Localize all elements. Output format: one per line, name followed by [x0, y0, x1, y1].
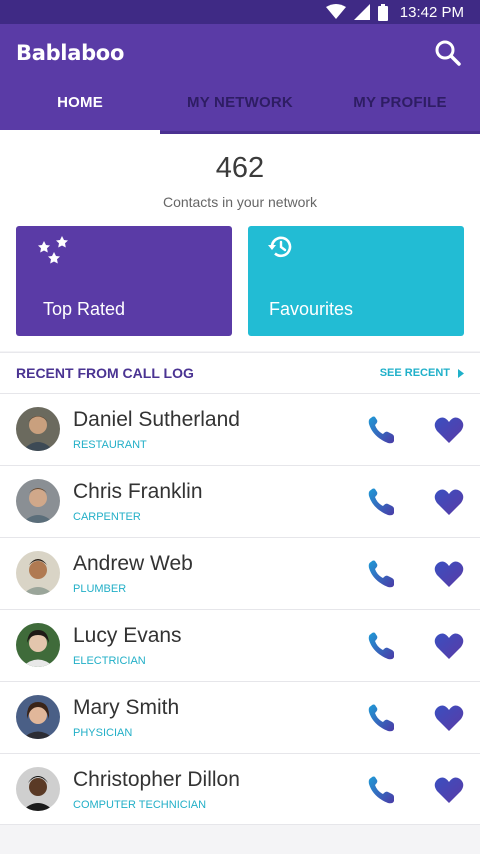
chevron-right-icon [458, 368, 464, 378]
app-title: Bablaboo [16, 41, 125, 65]
phone-icon [368, 632, 394, 660]
wifi-icon [325, 4, 346, 20]
call-button[interactable] [366, 486, 398, 518]
avatar [16, 551, 60, 595]
favourite-button[interactable] [432, 630, 466, 662]
phone-icon [368, 704, 394, 732]
avatar [16, 407, 60, 451]
list-item[interactable]: Daniel Sutherland RESTAURANT [0, 393, 480, 465]
contact-name: Mary Smith [73, 696, 180, 719]
heart-icon [434, 417, 464, 443]
favourite-button[interactable] [432, 774, 466, 806]
recent-call-log-header: RECENT FROM CALL LOG SEE RECENT [0, 352, 480, 393]
favourite-button[interactable] [432, 702, 466, 734]
list-item[interactable]: Mary Smith PHYSICIAN [0, 681, 480, 753]
avatar [16, 479, 60, 523]
contact-role: CARPENTER [73, 511, 141, 523]
favourites-label: Favourites [269, 299, 354, 319]
status-time: 13:42 PM [399, 3, 464, 21]
favourite-button[interactable] [432, 558, 466, 590]
phone-icon [368, 488, 394, 516]
phone-icon [368, 776, 394, 804]
history-icon [266, 232, 296, 266]
section-title: RECENT FROM CALL LOG [16, 365, 194, 381]
search-button[interactable] [434, 39, 462, 67]
see-recent-label: SEE RECENT [379, 367, 450, 379]
heart-icon [434, 561, 464, 587]
contact-name: Andrew Web [73, 552, 193, 575]
contact-name: Lucy Evans [73, 624, 182, 647]
tab-home[interactable]: HOME [0, 72, 160, 134]
list-item[interactable]: Andrew Web PLUMBER [0, 537, 480, 609]
contact-role: ELECTRICIAN [73, 655, 146, 667]
search-icon [435, 40, 461, 66]
contact-role: PHYSICIAN [73, 727, 133, 739]
stars-icon [36, 234, 76, 278]
heart-icon [434, 705, 464, 731]
contact-name: Chris Franklin [73, 480, 203, 503]
avatar [16, 623, 60, 667]
heart-icon [434, 489, 464, 515]
call-button[interactable] [366, 558, 398, 590]
call-button[interactable] [366, 630, 398, 662]
contact-role: COMPUTER TECHNICIAN [73, 799, 207, 811]
call-button[interactable] [366, 702, 398, 734]
see-recent-link[interactable]: SEE RECENT [380, 367, 464, 379]
tab-my-profile[interactable]: MY PROFILE [320, 72, 480, 134]
call-button[interactable] [366, 774, 398, 806]
call-button[interactable] [366, 414, 398, 446]
network-summary: 462 Contacts in your network Top Rated F… [0, 134, 480, 351]
tab-bar: HOME MY NETWORK MY PROFILE [0, 72, 480, 134]
top-rated-card[interactable]: Top Rated [16, 226, 232, 336]
contact-name: Daniel Sutherland [73, 408, 240, 431]
list-item[interactable]: Christopher Dillon COMPUTER TECHNICIAN [0, 753, 480, 825]
phone-icon [368, 416, 394, 444]
app-bar: Bablaboo HOME MY NETWORK MY PROFILE [0, 24, 480, 134]
battery-icon [377, 3, 388, 21]
heart-icon [434, 633, 464, 659]
avatar [16, 767, 60, 811]
recent-contacts-list: Daniel Sutherland RESTAURANT Chris Frank… [0, 393, 480, 825]
avatar [16, 695, 60, 739]
status-bar: 13:42 PM [0, 0, 480, 24]
contact-name: Christopher Dillon [73, 768, 240, 791]
phone-icon [368, 560, 394, 588]
top-rated-label: Top Rated [43, 299, 126, 319]
heart-icon [434, 777, 464, 803]
favourites-card[interactable]: Favourites [248, 226, 464, 336]
contact-role: PLUMBER [73, 583, 127, 595]
contact-role: RESTAURANT [73, 439, 147, 451]
signal-icon [353, 4, 370, 20]
tab-my-network[interactable]: MY NETWORK [160, 72, 320, 134]
list-item[interactable]: Lucy Evans ELECTRICIAN [0, 609, 480, 681]
favourite-button[interactable] [432, 486, 466, 518]
contacts-count-label: Contacts in your network [162, 194, 318, 210]
list-item[interactable]: Chris Franklin CARPENTER [0, 465, 480, 537]
contacts-count: 462 [215, 152, 265, 184]
favourite-button[interactable] [432, 414, 466, 446]
